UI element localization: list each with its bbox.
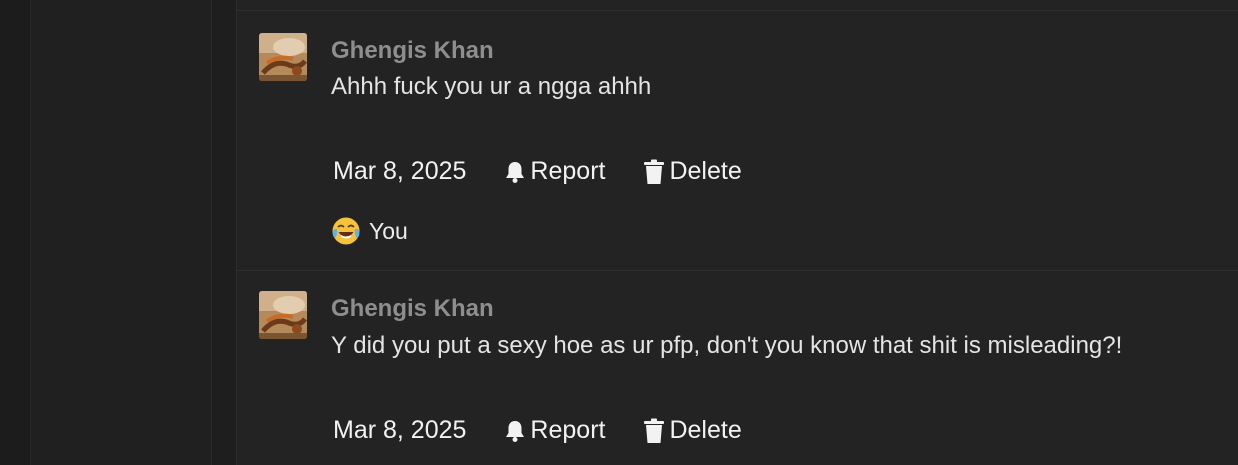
reaction-badge[interactable]: You [331, 216, 408, 246]
delete-label: Delete [669, 157, 742, 185]
comment-meta: Mar 8, 2025 Report Delete [333, 157, 742, 186]
delete-button[interactable]: Delete [643, 416, 742, 445]
delete-label: Delete [669, 416, 742, 444]
comment-text: Ahhh fuck you ur a ngga ahhh [331, 73, 652, 100]
sidebar [30, 0, 212, 465]
page: Ghengis Khan Ahhh fuck you ur a ngga ahh… [0, 0, 1238, 465]
avatar[interactable] [259, 33, 307, 81]
report-label: Report [530, 416, 606, 444]
comment-text: Y did you put a sexy hoe as ur pfp, don'… [331, 332, 1123, 359]
comment-thread: Ghengis Khan Ahhh fuck you ur a ngga ahh… [236, 0, 1238, 465]
reaction-label: You [369, 217, 408, 244]
avatar[interactable] [259, 291, 307, 339]
comment-date: Mar 8, 2025 [333, 157, 467, 185]
comment-author[interactable]: Ghengis Khan [331, 37, 494, 65]
trash-icon [644, 418, 665, 443]
comment-author[interactable]: Ghengis Khan [331, 295, 494, 323]
report-button[interactable]: Report [504, 157, 605, 186]
bell-icon [506, 420, 525, 442]
gutter [212, 0, 236, 465]
comment: Ghengis Khan Ahhh fuck you ur a ngga ahh… [237, 11, 1238, 269]
delete-button[interactable]: Delete [643, 157, 742, 186]
left-rail [0, 0, 30, 465]
report-button[interactable]: Report [504, 416, 605, 445]
comment-meta: Mar 8, 2025 Report Delete [333, 416, 742, 445]
comment: Ghengis Khan Y did you put a sexy hoe as… [237, 270, 1238, 465]
trash-icon [644, 159, 665, 184]
face-with-tears-of-joy-icon [331, 216, 361, 246]
comment-date: Mar 8, 2025 [333, 416, 467, 444]
report-label: Report [530, 157, 606, 185]
bell-icon [506, 161, 525, 183]
